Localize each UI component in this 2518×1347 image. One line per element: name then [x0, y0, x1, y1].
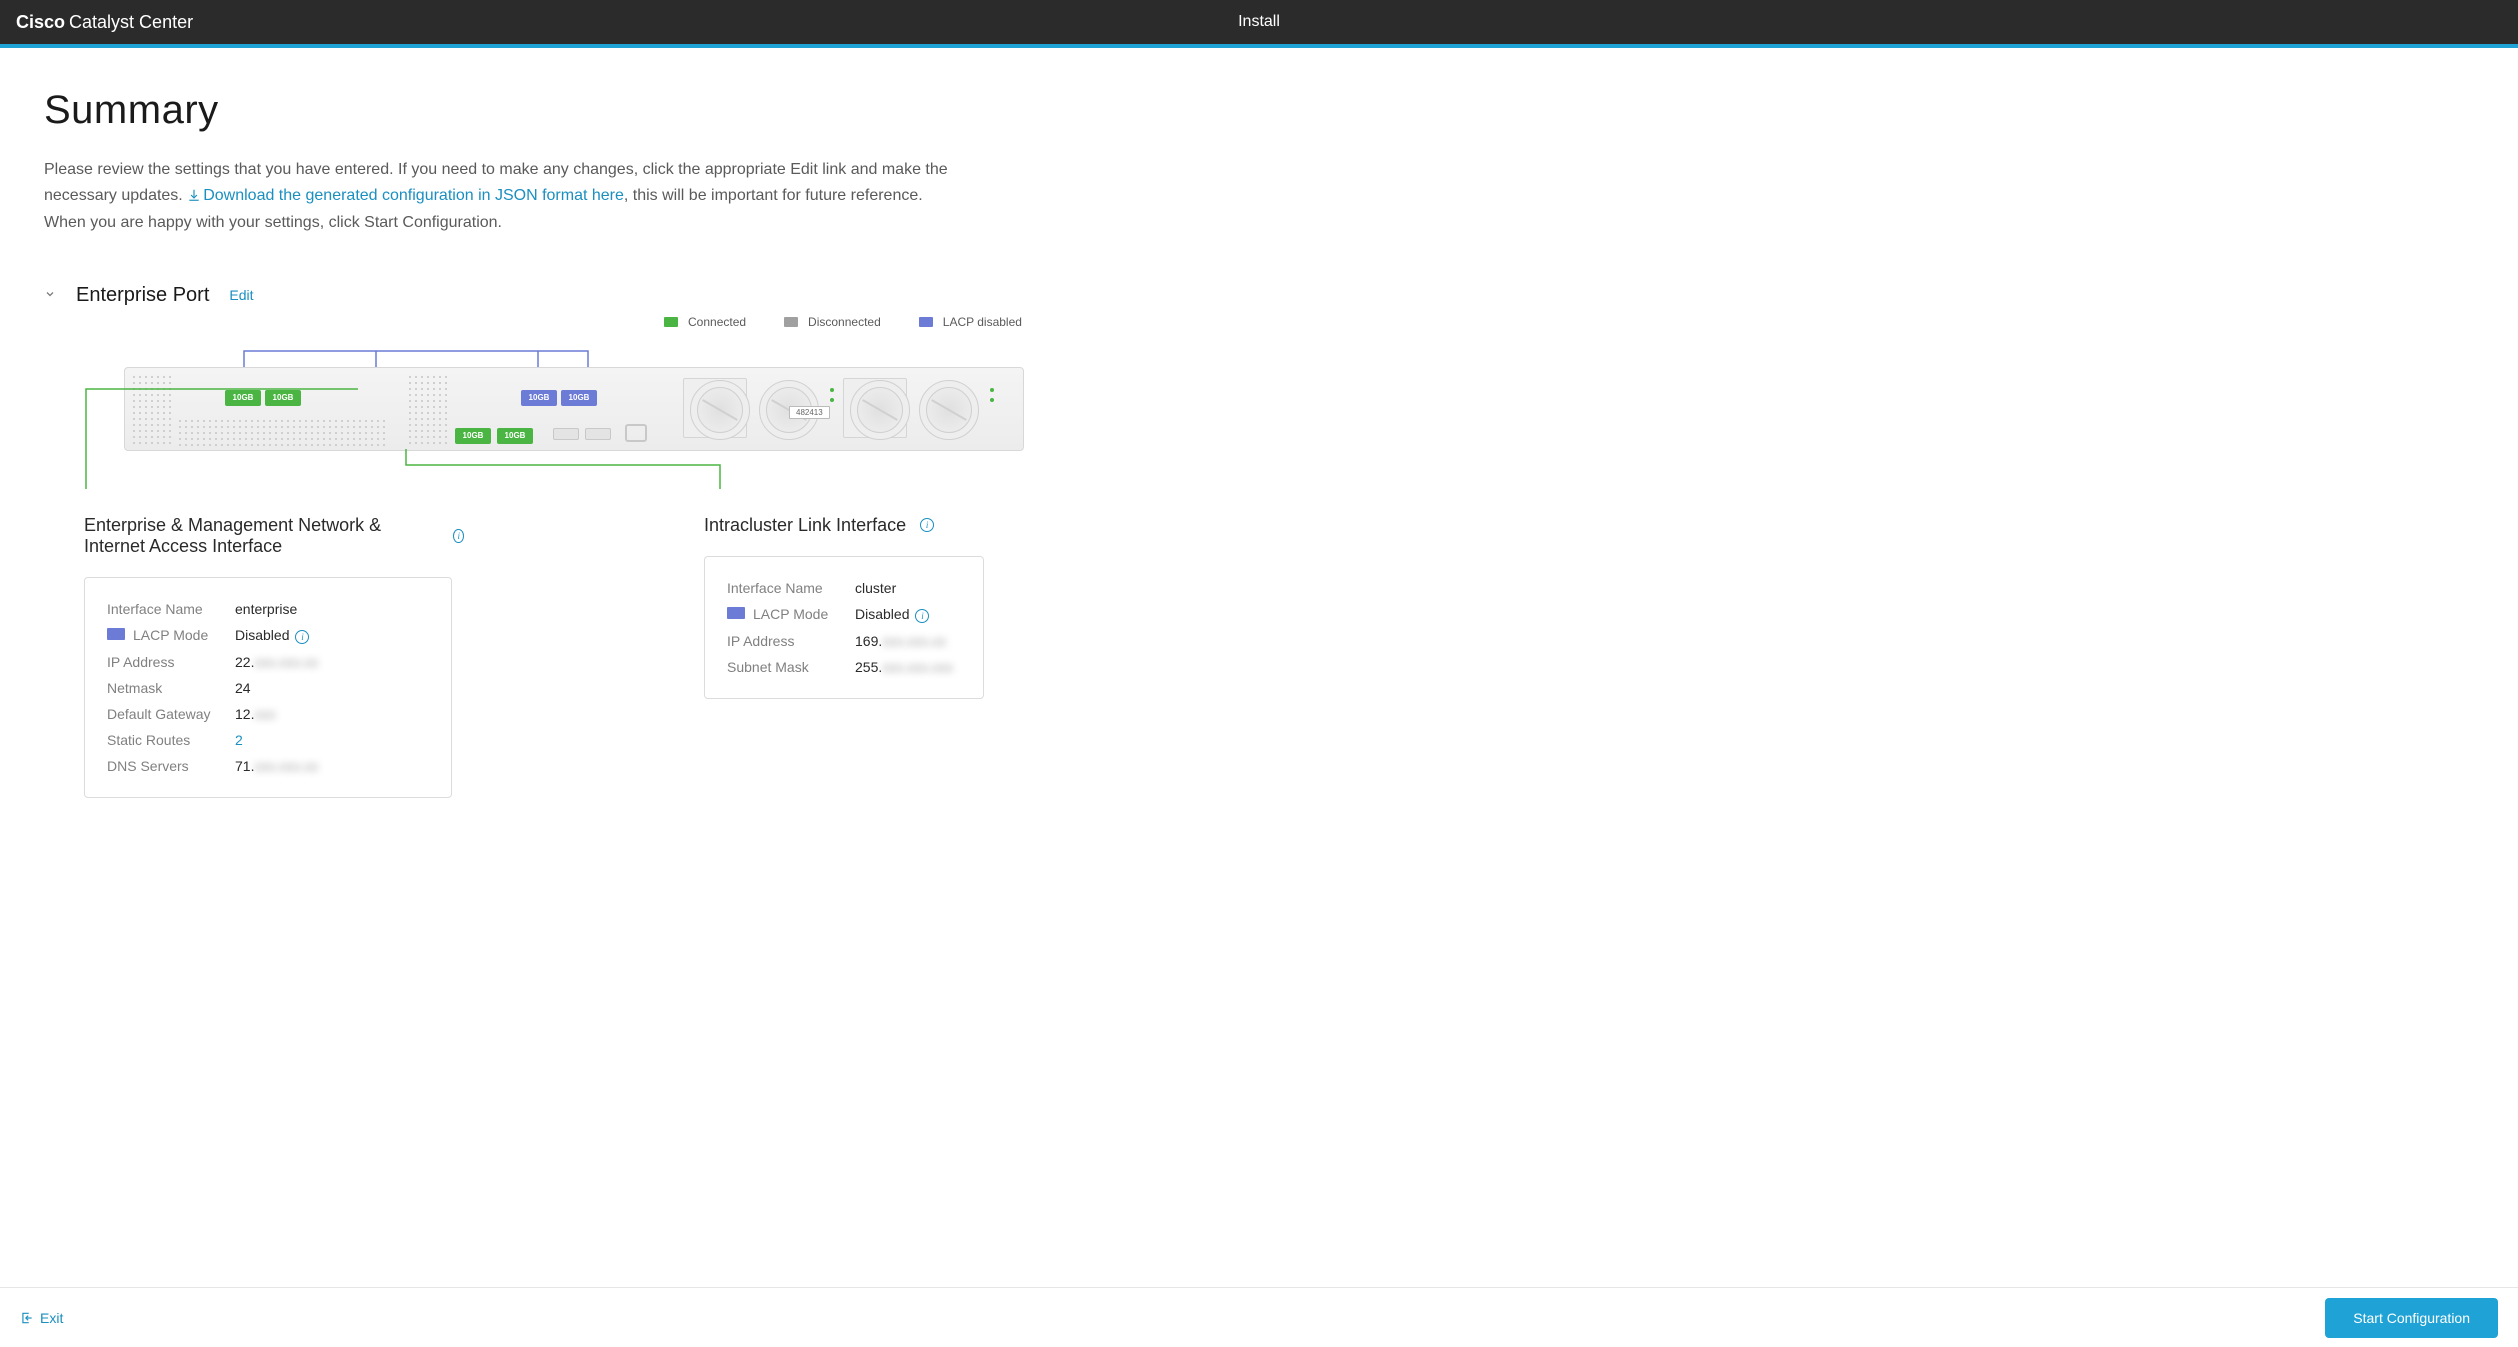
vent: [177, 418, 387, 446]
edit-link[interactable]: Edit: [229, 287, 253, 303]
value: Disabledi: [855, 606, 929, 623]
label: Default Gateway: [107, 706, 235, 722]
legend-disconnected: Disconnected: [784, 315, 881, 329]
lacp-swatch: [107, 628, 125, 640]
static-routes-link[interactable]: 2: [235, 732, 243, 748]
brand-light: Catalyst Center: [69, 12, 193, 33]
value: enterprise: [235, 601, 297, 617]
label: LACP Mode: [727, 606, 855, 622]
label: IP Address: [107, 654, 235, 670]
chassis: 10GB 10GB 10GB 10GB 10GB 10GB 482413: [124, 367, 1024, 451]
port-10gb: 10GB: [225, 390, 261, 406]
cluster-card: Interface Namecluster LACP ModeDisabledi…: [704, 556, 984, 699]
label: DNS Servers: [107, 758, 235, 774]
port-10gb: 10GB: [561, 390, 597, 406]
label: Interface Name: [107, 601, 235, 617]
fan-icon: [690, 380, 750, 440]
swatch-grey: [784, 317, 798, 327]
label: Netmask: [107, 680, 235, 696]
intro-text: Please review the settings that you have…: [44, 157, 964, 236]
chevron-down-icon[interactable]: [44, 287, 56, 303]
page-title: Summary: [44, 88, 1476, 133]
mini-port: [585, 428, 611, 440]
cards-row: Enterprise & Management Network & Intern…: [84, 515, 1476, 798]
value: Disabledi: [235, 627, 309, 644]
vga-port: [625, 424, 647, 442]
label: Static Routes: [107, 732, 235, 748]
value: 22.xxx.xxx.xx: [235, 654, 318, 670]
lacp-swatch: [727, 607, 745, 619]
mini-port: [553, 428, 579, 440]
exit-button[interactable]: Exit: [20, 1310, 63, 1326]
status-led: [990, 388, 994, 392]
asset-tag: 482413: [789, 406, 830, 419]
section-title: Enterprise Port: [76, 284, 209, 307]
label: IP Address: [727, 633, 855, 649]
enterprise-card: Interface Nameenterprise LACP ModeDisabl…: [84, 577, 452, 798]
value: 24: [235, 680, 251, 696]
info-icon[interactable]: i: [920, 518, 934, 532]
status-led: [990, 398, 994, 402]
fan-icon: [850, 380, 910, 440]
footer: Exit Start Configuration: [0, 1287, 2518, 1347]
app-header: Cisco Catalyst Center Install: [0, 0, 2518, 44]
swatch-green: [664, 317, 678, 327]
info-icon[interactable]: i: [453, 529, 464, 543]
download-config-link[interactable]: Download the generated configuration in …: [187, 187, 624, 204]
value: cluster: [855, 580, 896, 596]
brand-bold: Cisco: [16, 12, 65, 33]
section-header: Enterprise Port Edit: [44, 284, 1476, 307]
fan-icon: [919, 380, 979, 440]
header-page-label: Install: [1238, 13, 1280, 31]
value: 12.xxx: [235, 706, 275, 722]
download-link-text: Download the generated configuration in …: [203, 187, 624, 204]
legend: Connected Disconnected LACP disabled: [664, 315, 1476, 329]
port-10gb: 10GB: [521, 390, 557, 406]
port-10gb: 10GB: [455, 428, 491, 444]
legend-lacp: LACP disabled: [919, 315, 1022, 329]
legend-connected: Connected: [664, 315, 746, 329]
start-configuration-button[interactable]: Start Configuration: [2325, 1298, 2498, 1338]
value: 255.xxx.xxx.xxx: [855, 659, 953, 675]
info-icon[interactable]: i: [295, 630, 309, 644]
value: 169.xxx.xxx.xx: [855, 633, 946, 649]
brand: Cisco Catalyst Center: [16, 12, 193, 33]
vent: [407, 374, 447, 446]
status-led: [830, 388, 834, 392]
vent: [131, 374, 171, 446]
enterprise-card-title: Enterprise & Management Network & Intern…: [84, 515, 464, 557]
label: LACP Mode: [107, 627, 235, 643]
port-10gb: 10GB: [265, 390, 301, 406]
label: Interface Name: [727, 580, 855, 596]
status-led: [830, 398, 834, 402]
exit-icon: [20, 1311, 34, 1325]
cluster-card-title: Intracluster Link Interface i: [704, 515, 984, 536]
download-icon: [187, 185, 201, 211]
value: 71.xxx.xxx.xx: [235, 758, 318, 774]
label: Subnet Mask: [727, 659, 855, 675]
chassis-diagram: 10GB 10GB 10GB 10GB 10GB 10GB 482413: [84, 335, 984, 485]
info-icon[interactable]: i: [915, 609, 929, 623]
port-10gb: 10GB: [497, 428, 533, 444]
swatch-blue: [919, 317, 933, 327]
